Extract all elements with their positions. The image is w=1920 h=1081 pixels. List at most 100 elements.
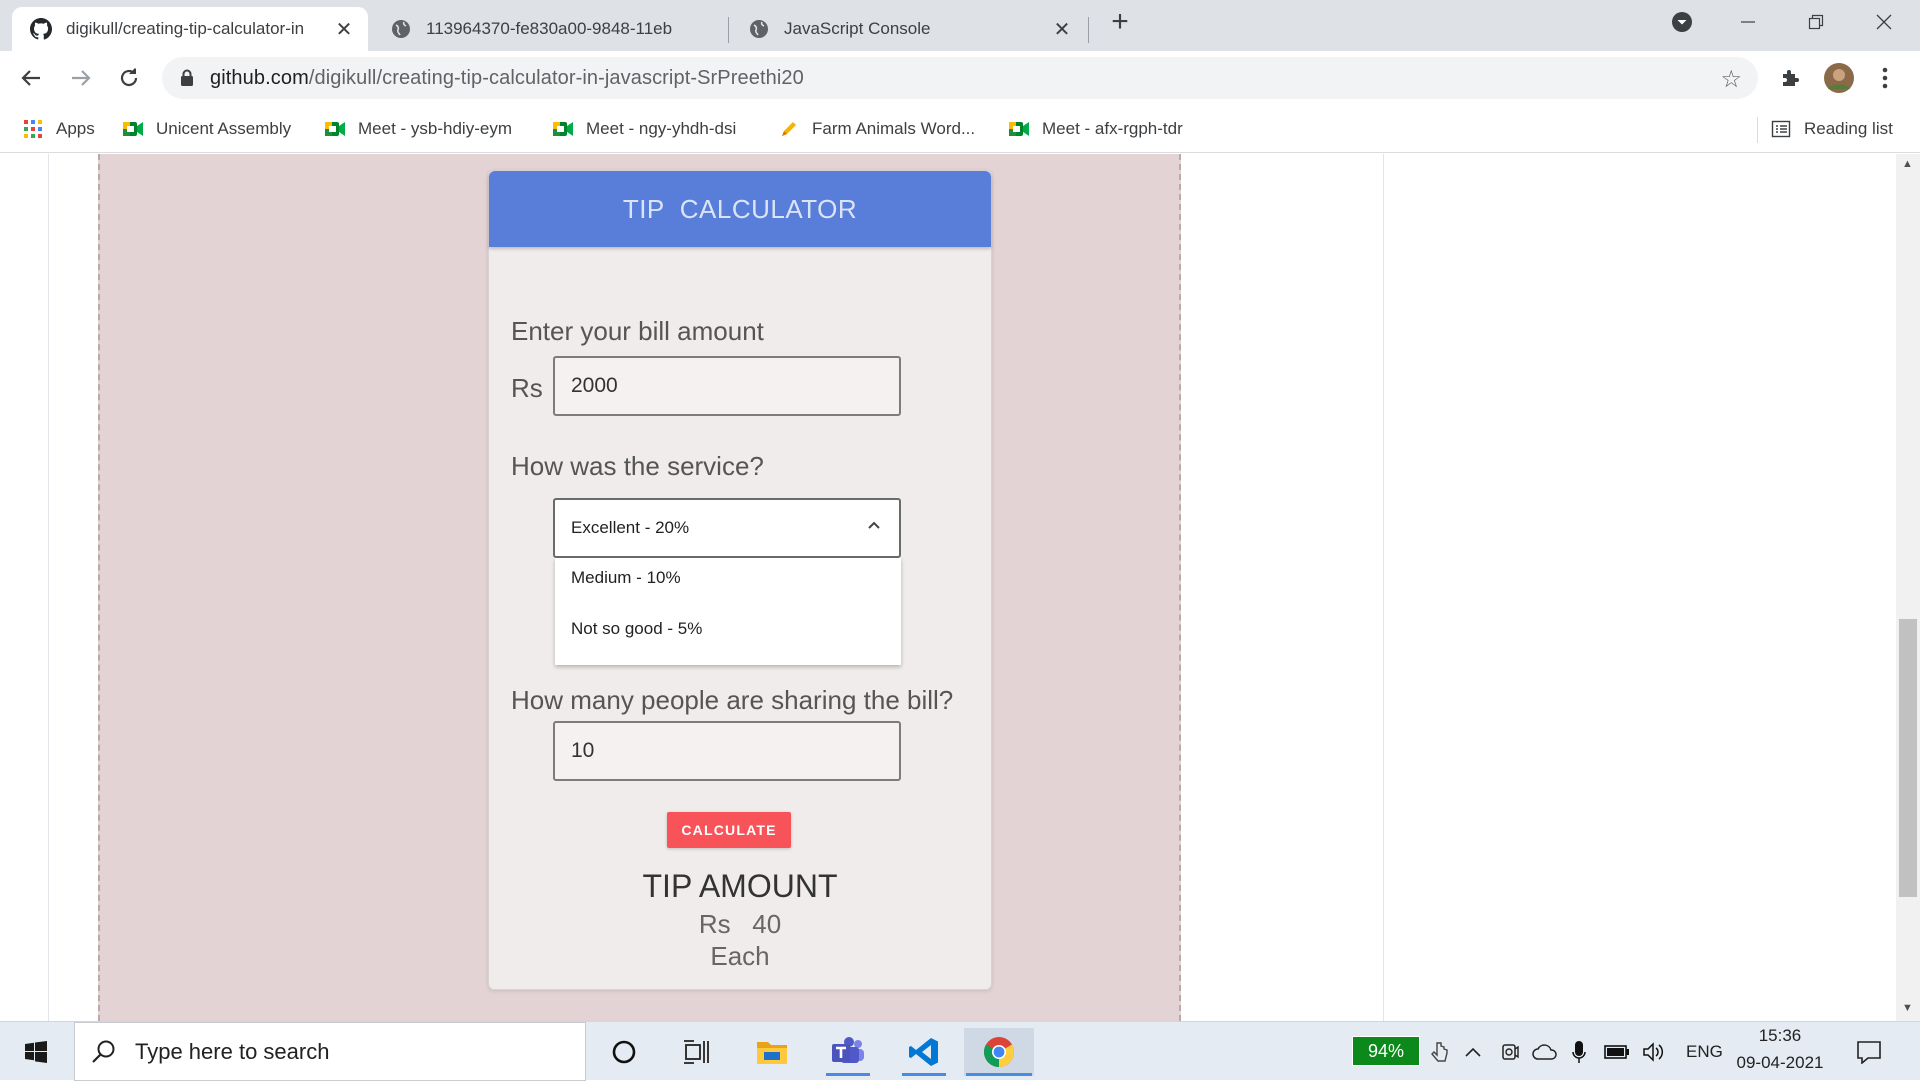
people-count-value: 10 — [571, 739, 595, 762]
profile-avatar[interactable] — [1820, 59, 1858, 97]
address-bar[interactable]: github.com/digikull/creating-tip-calcula… — [162, 57, 1758, 99]
pencil-icon — [778, 118, 800, 140]
arrow-left-icon — [21, 70, 40, 86]
windows-taskbar: Type here to search 94% ENG 15:36 09-04-… — [0, 1021, 1920, 1081]
vscode-icon — [909, 1038, 938, 1066]
clock-date[interactable]: 09-04-2021 — [1734, 1053, 1826, 1073]
microphone-icon[interactable] — [1572, 1022, 1586, 1081]
calculator-title: TIP CALCULATOR — [622, 193, 858, 224]
running-indicator — [826, 1073, 870, 1076]
volume-icon[interactable] — [1642, 1022, 1666, 1081]
back-button[interactable] — [12, 59, 50, 97]
tab-separator — [1088, 17, 1089, 43]
tab-github[interactable]: digikull/creating-tip-calculator-in ✕ — [12, 7, 368, 51]
tab-search-button[interactable] — [1650, 0, 1714, 44]
minimize-icon — [1741, 21, 1755, 23]
new-tab-button[interactable]: + — [1090, 0, 1150, 44]
minimize-button[interactable] — [1716, 0, 1780, 44]
bookmark-farm-animals[interactable]: Farm Animals Word... — [778, 113, 975, 145]
language-indicator[interactable]: ENG — [1686, 1022, 1723, 1081]
teams-button[interactable] — [824, 1028, 872, 1076]
bookmark-meet-ysb[interactable]: Meet - ysb-hdiy-eym — [324, 113, 512, 145]
reading-list-icon — [1770, 118, 1792, 140]
extensions-button[interactable] — [1772, 59, 1810, 97]
tab-title: 113964370-fe830a00-9848-11eb — [426, 19, 673, 38]
bookmark-meet-afx[interactable]: Meet - afx-rgph-tdr — [1008, 113, 1183, 145]
tip-amount-value: Rs 40 — [698, 909, 782, 939]
tab-strip: digikull/creating-tip-calculator-in ✕ 11… — [0, 0, 1920, 51]
people-count-input[interactable]: 10 — [553, 721, 901, 781]
tab-title: JavaScript Console — [784, 19, 931, 38]
reading-list-button[interactable]: Reading list — [1770, 113, 1893, 145]
globe-icon — [390, 18, 412, 40]
service-option-not-so-good[interactable]: Not so good - 5% — [571, 619, 702, 639]
meet-icon — [324, 118, 346, 140]
bill-amount-value: 2000 — [571, 374, 618, 397]
clock-time[interactable]: 15:36 — [1734, 1026, 1826, 1046]
image-preview: TIP CALCULATOR Enter your bill amount Rs… — [98, 154, 1181, 1021]
service-label: How was the service? — [511, 451, 764, 481]
meet-icon — [122, 118, 144, 140]
battery-icon[interactable] — [1604, 1022, 1630, 1081]
bookmark-unicent-assembly[interactable]: Unicent Assembly — [122, 113, 291, 145]
onedrive-icon[interactable] — [1532, 1022, 1558, 1081]
vscode-button[interactable] — [900, 1028, 948, 1076]
avatar-icon — [1824, 63, 1854, 93]
globe-icon — [748, 18, 770, 40]
currency-label: Rs — [511, 373, 543, 403]
task-view-button[interactable] — [672, 1028, 720, 1076]
restore-button[interactable] — [1784, 0, 1848, 44]
service-select[interactable]: Excellent - 20% — [553, 498, 901, 558]
chevron-up-icon — [1465, 1047, 1481, 1057]
running-indicator — [902, 1073, 946, 1076]
bookmark-label: Apps — [56, 119, 95, 138]
windows-logo-icon — [25, 1041, 47, 1063]
close-icon — [1876, 14, 1892, 30]
arrow-right-icon — [72, 70, 91, 86]
calculate-button[interactable]: CALCULATE — [667, 812, 791, 848]
reload-icon — [120, 68, 138, 87]
meet-icon — [1008, 118, 1030, 140]
tab-title: digikull/creating-tip-calculator-in — [66, 19, 305, 38]
bill-amount-input[interactable]: 2000 — [553, 356, 901, 416]
meet-now-icon[interactable] — [1500, 1022, 1520, 1081]
close-icon[interactable]: ✕ — [1050, 17, 1074, 41]
close-window-button[interactable] — [1852, 0, 1916, 44]
bookmark-label: Unicent Assembly — [156, 119, 292, 138]
file-explorer-button[interactable] — [748, 1028, 796, 1076]
scroll-thumb[interactable] — [1899, 619, 1917, 897]
taskbar-search[interactable]: Type here to search — [74, 1022, 586, 1081]
menu-button[interactable] — [1866, 59, 1904, 97]
touch-icon[interactable] — [1430, 1022, 1448, 1081]
bookmark-meet-ngy[interactable]: Meet - ngy-yhdh-dsi — [552, 113, 736, 145]
start-button[interactable] — [12, 1028, 60, 1076]
github-icon — [30, 18, 52, 40]
page-scrollbar[interactable]: ▲ ▼ — [1896, 154, 1920, 1021]
battery-percentage[interactable]: 94% — [1352, 1036, 1420, 1066]
url-text: github.com/digikull/creating-tip-calcula… — [210, 66, 804, 89]
service-dropdown: Medium - 10% Not so good - 5% — [555, 558, 901, 665]
bookmark-label: Meet - ngy-yhdh-dsi — [586, 119, 737, 138]
bookmark-apps[interactable]: Apps — [22, 113, 95, 145]
scroll-down-icon[interactable]: ▼ — [1902, 1002, 1913, 1014]
folder-icon — [757, 1042, 787, 1064]
search-icon — [92, 1040, 115, 1063]
show-hidden-icons-button[interactable] — [1464, 1022, 1482, 1081]
bookmark-separator — [1757, 117, 1758, 143]
page-content: TIP CALCULATOR Enter your bill amount Rs… — [0, 154, 1920, 1021]
bookmark-star-icon[interactable]: ☆ — [1720, 65, 1742, 94]
meet-icon — [552, 118, 574, 140]
tab-image[interactable]: 113964370-fe830a00-9848-11eb — [372, 7, 728, 51]
reload-button[interactable] — [110, 59, 148, 97]
notification-icon — [1857, 1040, 1881, 1064]
notification-center-button[interactable] — [1856, 1022, 1882, 1081]
bookmark-label: Meet - afx-rgph-tdr — [1042, 119, 1183, 138]
reading-list-label: Reading list — [1804, 119, 1893, 138]
close-icon[interactable]: ✕ — [332, 17, 356, 41]
forward-button[interactable] — [62, 59, 100, 97]
chrome-button[interactable] — [964, 1028, 1034, 1076]
service-option-medium[interactable]: Medium - 10% — [571, 568, 681, 588]
scroll-up-icon[interactable]: ▲ — [1902, 158, 1913, 170]
cortana-button[interactable] — [600, 1028, 648, 1076]
tab-javascript-console[interactable]: JavaScript Console ✕ — [730, 7, 1086, 51]
